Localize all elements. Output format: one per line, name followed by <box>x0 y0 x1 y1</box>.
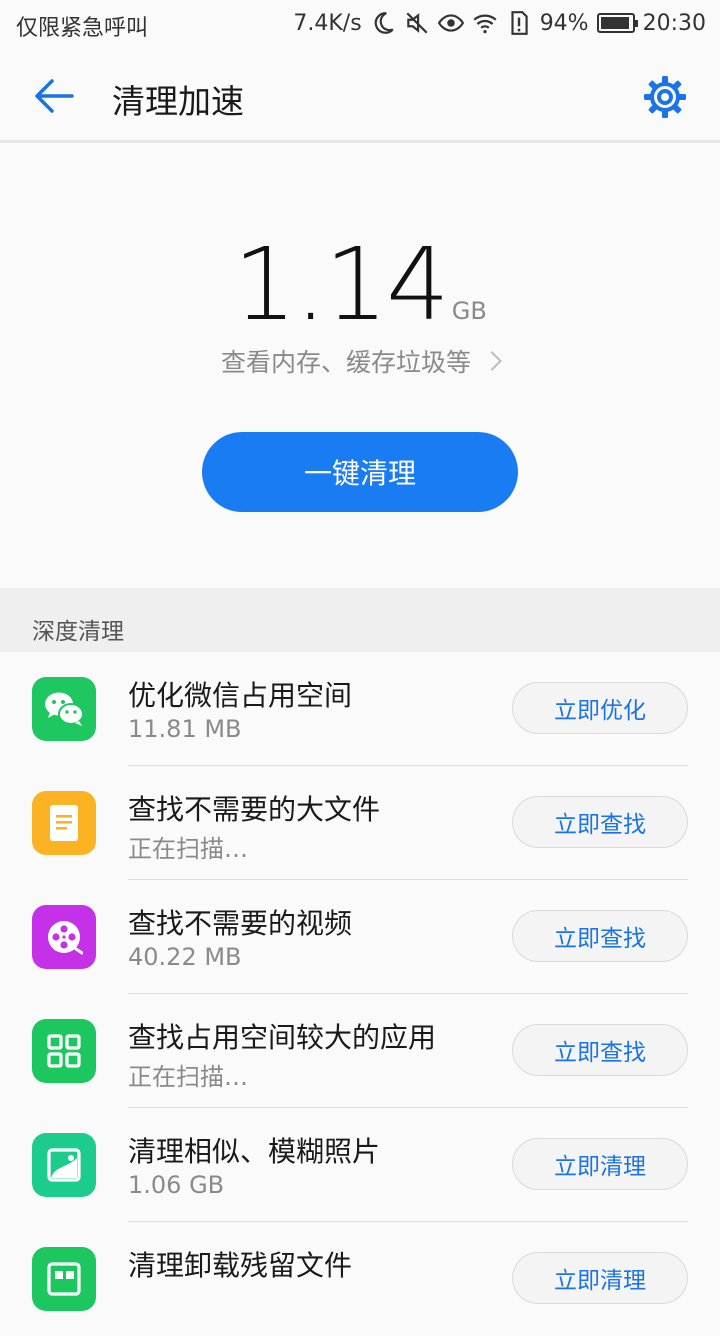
film-reel-icon <box>32 905 96 969</box>
eye-icon <box>437 14 464 32</box>
list-item-large-files[interactable]: 查找不需要的大文件 正在扫描… 立即查找 <box>0 766 720 880</box>
list-item-uninstall-residue[interactable]: 清理卸载残留文件 立即清理 <box>0 1222 720 1336</box>
junk-size-unit: GB <box>451 297 487 325</box>
optimize-button[interactable]: 立即优化 <box>512 682 688 734</box>
status-bar: 仅限紧急呼叫 7.4K/s 94% 20:30 <box>0 0 720 50</box>
list-item-wechat[interactable]: 优化微信占用空间 11.81 MB 立即优化 <box>0 652 720 766</box>
section-header: 深度清理 <box>0 588 720 652</box>
back-arrow-icon[interactable] <box>30 74 78 118</box>
gear-icon[interactable] <box>642 74 688 120</box>
item-size: 1.06 GB <box>128 1171 225 1199</box>
deep-clean-list: 优化微信占用空间 11.81 MB 立即优化 查找不需要的大文件 正在扫描… 立… <box>0 652 720 1336</box>
network-speed: 7.4K/s <box>293 10 362 36</box>
item-title: 清理相似、模糊照片 <box>128 1135 381 1168</box>
item-status: 正在扫描… <box>128 1063 248 1091</box>
storage-summary: 1.14 GB 查看内存、缓存垃圾等 一键清理 <box>0 143 720 588</box>
clock: 20:30 <box>642 10 706 36</box>
status-icons: 7.4K/s 94% 20:30 <box>293 10 706 36</box>
sim-alert-icon <box>511 11 528 35</box>
find-button[interactable]: 立即查找 <box>512 796 688 848</box>
junk-size-value: 1.14 <box>233 226 450 343</box>
mute-icon <box>406 12 428 34</box>
view-memory-cache-label: 查看内存、缓存垃圾等 <box>220 348 471 377</box>
app-bar: 清理加速 <box>0 50 720 143</box>
item-title: 查找不需要的视频 <box>128 907 353 940</box>
battery-icon <box>596 13 638 33</box>
item-title: 查找占用空间较大的应用 <box>128 1021 437 1054</box>
battery-fill <box>600 17 629 29</box>
view-memory-cache-link[interactable]: 查看内存、缓存垃圾等 <box>0 343 720 379</box>
uninstall-residue-icon <box>32 1247 96 1311</box>
item-title: 清理卸载残留文件 <box>128 1249 353 1282</box>
clean-button[interactable]: 立即清理 <box>512 1252 688 1304</box>
document-icon <box>32 791 96 855</box>
carrier-status: 仅限紧急呼叫 <box>16 16 149 41</box>
item-size: 11.81 MB <box>128 715 242 743</box>
section-title: 深度清理 <box>32 619 124 645</box>
photo-icon <box>32 1133 96 1197</box>
chevron-right-icon <box>482 351 502 371</box>
battery-percent: 94% <box>539 10 589 36</box>
wifi-icon <box>473 14 497 34</box>
junk-size: 1.14 GB <box>0 235 720 335</box>
one-tap-clean-button[interactable]: 一键清理 <box>202 432 518 512</box>
moon-icon <box>374 12 394 34</box>
list-item-large-apps[interactable]: 查找占用空间较大的应用 正在扫描… 立即查找 <box>0 994 720 1108</box>
item-title: 优化微信占用空间 <box>128 679 353 712</box>
clean-button[interactable]: 立即清理 <box>512 1138 688 1190</box>
item-status: 正在扫描… <box>128 835 248 863</box>
list-item-videos[interactable]: 查找不需要的视频 40.22 MB 立即查找 <box>0 880 720 994</box>
item-title: 查找不需要的大文件 <box>128 793 381 826</box>
find-button[interactable]: 立即查找 <box>512 910 688 962</box>
apps-grid-icon <box>32 1019 96 1083</box>
list-item-similar-photos[interactable]: 清理相似、模糊照片 1.06 GB 立即清理 <box>0 1108 720 1222</box>
page-title: 清理加速 <box>112 82 244 121</box>
item-size: 40.22 MB <box>128 943 242 971</box>
find-button[interactable]: 立即查找 <box>512 1024 688 1076</box>
wechat-icon <box>32 677 96 741</box>
